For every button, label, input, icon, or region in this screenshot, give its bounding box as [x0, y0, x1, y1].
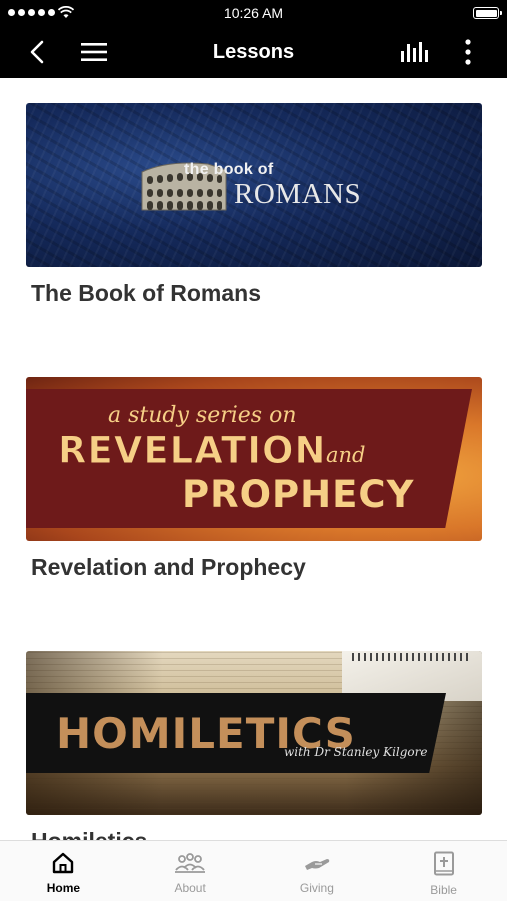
banner-text: a study series on [108, 403, 297, 428]
tab-label: About [174, 881, 206, 895]
audio-button[interactable] [398, 26, 432, 78]
nav-bar: Lessons [0, 26, 507, 78]
more-options-button[interactable] [458, 26, 478, 78]
tab-label: Giving [299, 881, 334, 895]
lesson-title[interactable]: Homiletics [26, 828, 482, 840]
banner-text: ROMANS [234, 178, 362, 210]
lessons-list[interactable]: the book of ROMANS The Book of Romans a … [0, 78, 507, 840]
tab-label: Home [46, 881, 81, 895]
tab-giving[interactable]: Giving [254, 841, 381, 901]
people-icon [175, 853, 206, 873]
status-time: 10:26 AM [223, 5, 284, 21]
tab-bible[interactable]: Bible [380, 841, 507, 901]
battery-icon [473, 7, 502, 19]
tab-bar: Home About Giving Bible [0, 840, 507, 901]
banner-text: and [326, 443, 366, 467]
lesson-banner-homiletics[interactable]: HOMILETICS with Dr Stanley Kilgore [26, 651, 482, 815]
lesson-card-romans[interactable]: the book of ROMANS The Book of Romans [26, 103, 482, 307]
lesson-banner-revelation[interactable]: a study series on REVELATION and PROPHEC… [26, 377, 482, 541]
banner-text: REVELATION [57, 429, 327, 473]
audio-bars-icon [401, 42, 428, 62]
lesson-title[interactable]: Revelation and Prophecy [26, 554, 482, 581]
hand-giving-icon [304, 859, 330, 870]
lesson-banner-romans[interactable]: the book of ROMANS [26, 103, 482, 267]
banner-text: with Dr Stanley Kilgore [284, 745, 428, 759]
tab-home[interactable]: Home [0, 841, 127, 901]
status-bar: 10:26 AM [0, 0, 507, 26]
banner-text: PROPHECY [182, 473, 415, 516]
bible-icon [433, 851, 454, 876]
home-icon [53, 852, 74, 874]
tab-label: Bible [430, 883, 457, 897]
lesson-title[interactable]: The Book of Romans [26, 280, 482, 307]
lesson-card-homiletics[interactable]: HOMILETICS with Dr Stanley Kilgore Homil… [26, 651, 482, 840]
banner-text: the book of [184, 161, 274, 178]
tab-about[interactable]: About [127, 841, 254, 901]
more-vertical-icon [465, 39, 471, 65]
lesson-card-revelation[interactable]: a study series on REVELATION and PROPHEC… [26, 377, 482, 581]
